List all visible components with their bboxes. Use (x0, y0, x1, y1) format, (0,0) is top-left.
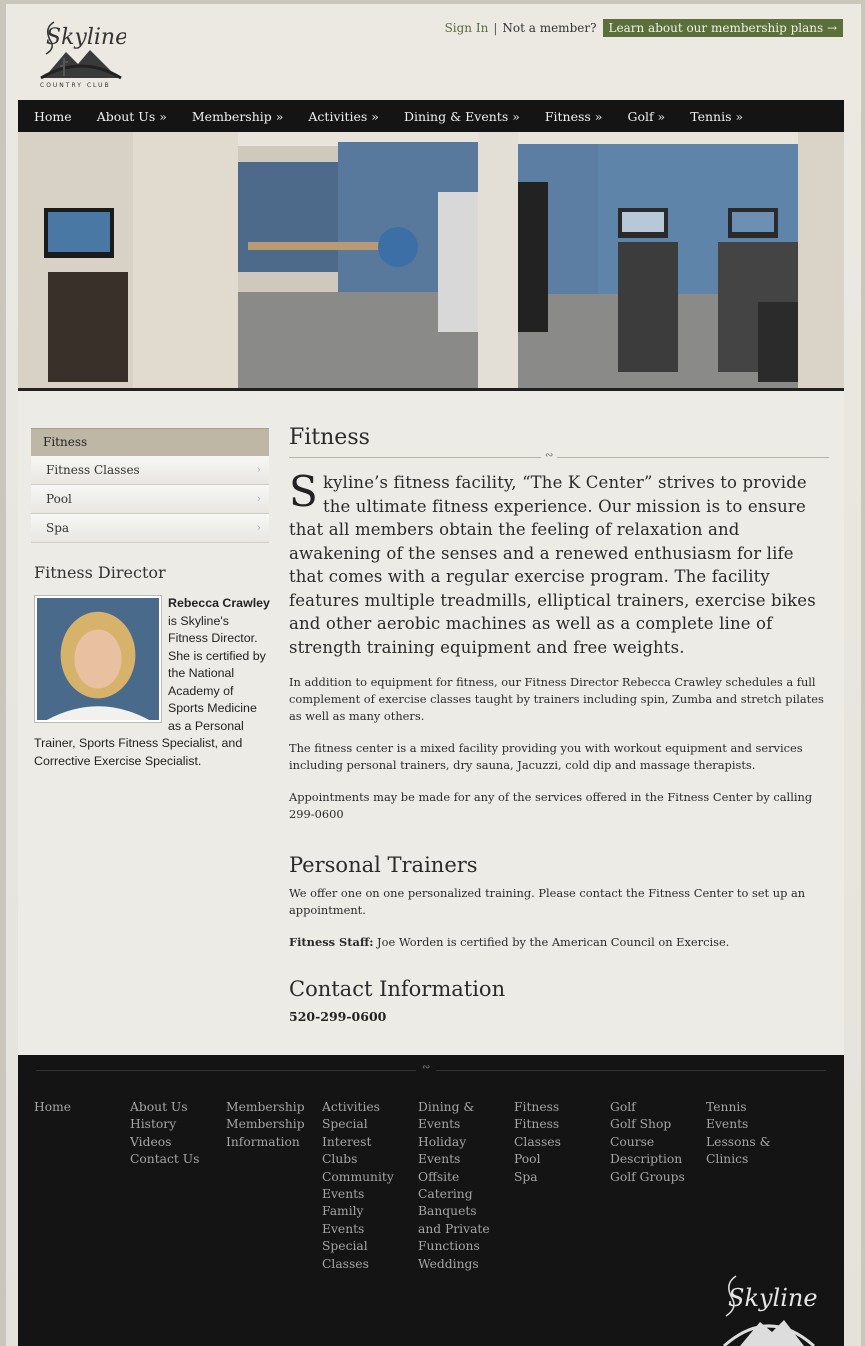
not-member-text: Not a member? (502, 21, 597, 35)
fitness-center-hero-image (18, 132, 844, 391)
footer-link[interactable]: Tennis (706, 1099, 776, 1116)
nav-item-membership[interactable]: Membership » (176, 109, 284, 124)
nav-item-about-us[interactable]: About Us » (81, 109, 167, 124)
chevron-right-icon: › (256, 463, 261, 476)
footer-link[interactable]: History (130, 1116, 220, 1133)
staff-text: Joe Worden is certified by the American … (373, 935, 730, 949)
svg-text:Skyline: Skyline (728, 1284, 818, 1312)
section-subnav: Fitness Fitness Classes › Pool › Spa › (31, 428, 269, 543)
nav-item-tennis[interactable]: Tennis » (674, 109, 743, 124)
footer-skyline-logo[interactable]: Skyline (714, 1266, 824, 1346)
subnav-heading[interactable]: Fitness (31, 428, 269, 456)
staff-paragraph: Fitness Staff: Joe Worden is certified b… (289, 934, 829, 951)
footer-link[interactable]: Family Events (322, 1203, 400, 1238)
director-photo (34, 595, 162, 723)
main-content: Fitness ∾ Skyline’s fitness facility, “T… (289, 425, 829, 1024)
trainers-paragraph: We offer one on one personalized trainin… (289, 886, 806, 917)
footer-link[interactable]: About Us (130, 1099, 220, 1116)
title-divider: ∾ (289, 450, 829, 462)
subnav-item-label: Fitness Classes (46, 463, 140, 477)
footer-col-tennis: Tennis Events Lessons & Clinics (706, 1099, 776, 1169)
classes-paragraph: In addition to equipment for fitness, ou… (289, 675, 824, 723)
footer-link[interactable]: Golf Groups (610, 1169, 692, 1186)
subnav-item-spa[interactable]: Spa › (31, 514, 269, 543)
subnav-item-label: Pool (46, 492, 72, 506)
nav-item-dining-events[interactable]: Dining & Events » (388, 109, 520, 124)
footer: ∾ Home About Us History Videos Contact U… (18, 1055, 844, 1346)
footer-col-dining: Dining & Events Holiday Events Offsite C… (418, 1099, 502, 1273)
svg-text:Skyline: Skyline (46, 25, 126, 50)
appointments-paragraph: Appointments may be made for any of the … (289, 790, 813, 821)
page-title: Fitness (289, 425, 370, 450)
footer-link[interactable]: Membership (226, 1099, 306, 1116)
footer-link[interactable]: Activities (322, 1099, 400, 1116)
subnav-item-fitness-classes[interactable]: Fitness Classes › (31, 456, 269, 485)
footer-col-membership: Membership Membership Information (226, 1099, 306, 1151)
fitness-director-bio: Rebecca Crawley is Skyline's Fitness Dir… (34, 595, 270, 770)
staff-label: Fitness Staff: (289, 935, 374, 949)
facility-paragraph: The fitness center is a mixed facility p… (289, 741, 803, 772)
footer-col-home: Home (34, 1099, 124, 1116)
subnav-item-pool[interactable]: Pool › (31, 485, 269, 514)
footer-link[interactable]: Home (34, 1099, 124, 1116)
footer-link[interactable]: Golf (610, 1099, 692, 1116)
nav-item-fitness[interactable]: Fitness » (529, 109, 603, 124)
footer-col-activities: Activities Special Interest Clubs Commun… (322, 1099, 400, 1273)
ornament-icon: ∾ (416, 1062, 437, 1073)
page: Skyline COUNTRY CLUB Sign In | Not a mem… (6, 4, 861, 1346)
footer-link[interactable]: Special Classes (322, 1238, 400, 1273)
chevron-right-icon: › (256, 492, 261, 505)
footer-link[interactable]: Lessons & Clinics (706, 1134, 776, 1169)
footer-link[interactable]: Special Interest Clubs (322, 1116, 400, 1168)
footer-link[interactable]: Dining & Events (418, 1099, 502, 1134)
logo-subtitle: COUNTRY CLUB (40, 82, 111, 89)
footer-link[interactable]: Events (706, 1116, 776, 1133)
personal-trainers-heading: Personal Trainers (289, 853, 478, 877)
nav-item-golf[interactable]: Golf » (611, 109, 665, 124)
main-nav: Home About Us » Membership » Activities … (18, 100, 844, 132)
footer-link[interactable]: Membership Information (226, 1116, 306, 1151)
subnav-item-label: Spa (46, 521, 70, 535)
contact-heading: Contact Information (289, 977, 506, 1001)
footer-link[interactable]: Holiday Events (418, 1134, 502, 1169)
intro-paragraph: Skyline’s fitness facility, “The K Cente… (289, 471, 829, 659)
footer-link[interactable]: Banquets and Private Functions (418, 1203, 502, 1255)
footer-col-golf: Golf Golf Shop Course Description Golf G… (610, 1099, 692, 1186)
footer-link[interactable]: Course Description (610, 1134, 692, 1169)
footer-link[interactable]: Community Events (322, 1169, 400, 1204)
footer-link[interactable]: Golf Shop (610, 1116, 692, 1133)
footer-col-about: About Us History Videos Contact Us (130, 1099, 220, 1169)
footer-link[interactable]: Weddings (418, 1256, 502, 1273)
content-area: Fitness Fitness Classes › Pool › Spa › F… (18, 391, 844, 1055)
nav-item-home[interactable]: Home (18, 109, 72, 124)
ornament-icon: ∾ (541, 450, 558, 461)
footer-link[interactable]: Spa (514, 1169, 574, 1186)
footer-link[interactable]: Fitness Classes (514, 1116, 574, 1151)
membership-plans-button[interactable]: Learn about our membership plans → (602, 19, 843, 37)
drop-cap: S (289, 467, 318, 516)
nav-item-activities[interactable]: Activities » (292, 109, 379, 124)
footer-col-fitness: Fitness Fitness Classes Pool Spa (514, 1099, 574, 1186)
separator: | (493, 21, 498, 35)
intro-text: kyline’s fitness facility, “The K Center… (289, 473, 816, 657)
footer-link[interactable]: Fitness (514, 1099, 574, 1116)
footer-link[interactable]: Contact Us (130, 1151, 220, 1168)
footer-link[interactable]: Offsite Catering (418, 1169, 502, 1204)
fitness-director-heading: Fitness Director (34, 563, 166, 582)
director-name: Rebecca Crawley (168, 596, 270, 610)
sign-in-link[interactable]: Sign In (445, 21, 489, 35)
footer-link[interactable]: Pool (514, 1151, 574, 1168)
contact-phone: 520-299-0600 (289, 1009, 387, 1024)
account-bar: Sign In | Not a member? Learn about our … (445, 19, 843, 37)
chevron-right-icon: › (256, 521, 261, 534)
footer-link[interactable]: Videos (130, 1134, 220, 1151)
